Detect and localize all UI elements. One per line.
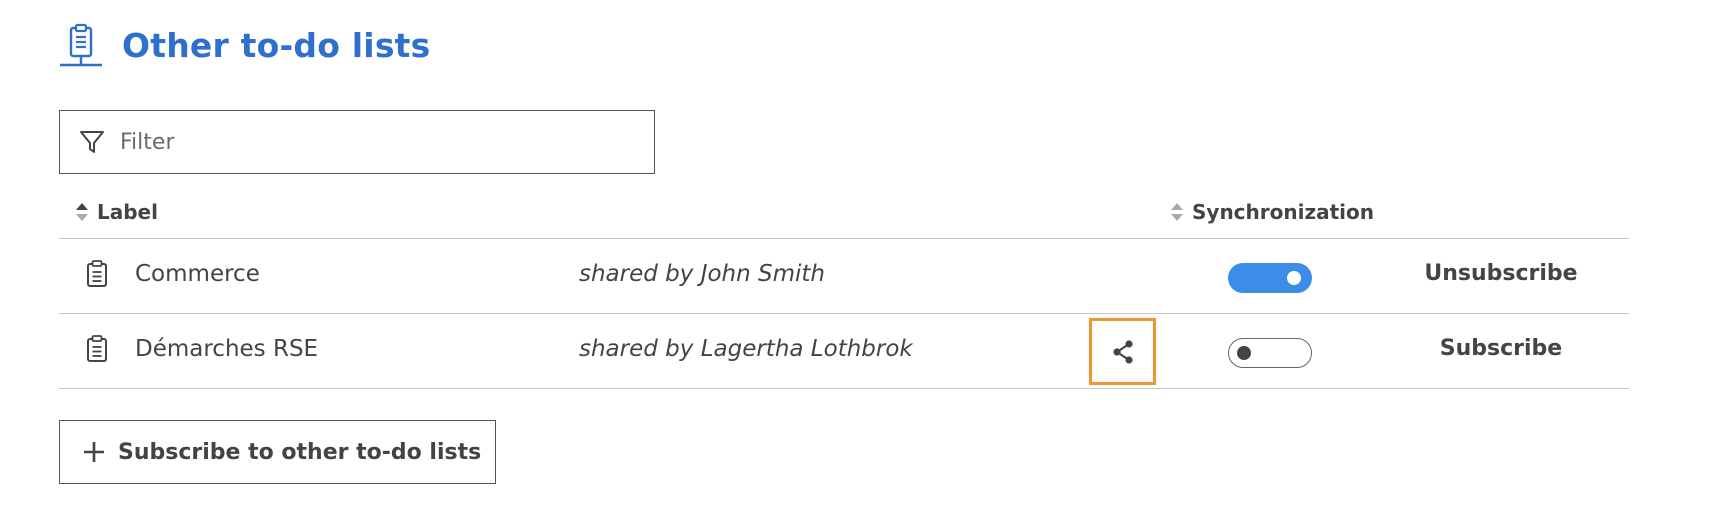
row-label: Démarches RSE <box>135 336 319 362</box>
table-row: Démarches RSE shared by Lagertha Lothbro… <box>59 314 1629 389</box>
sort-icon <box>1171 203 1183 221</box>
column-header-synchronization[interactable]: Synchronization <box>1170 200 1374 224</box>
page-title: Other to-do lists <box>122 25 431 65</box>
share-icon <box>1112 339 1133 364</box>
column-header-synchronization-text: Synchronization <box>1192 200 1375 224</box>
subscribe-row-button[interactable]: Subscribe <box>1381 336 1621 361</box>
row-shared-by: shared by Lagertha Lothbrok <box>579 336 913 362</box>
filter-input[interactable] <box>118 128 642 156</box>
sync-toggle[interactable] <box>1228 263 1312 293</box>
row-shared-by: shared by John Smith <box>579 261 826 287</box>
clipboard-list-icon <box>60 23 102 67</box>
column-header-label-text: Label <box>97 200 158 224</box>
toggle-knob <box>1237 346 1251 360</box>
clipboard-icon <box>87 335 107 362</box>
page-header: Other to-do lists <box>58 22 430 68</box>
unsubscribe-button[interactable]: Unsubscribe <box>1381 261 1621 286</box>
share-button[interactable] <box>1089 318 1156 385</box>
filter-funnel-icon <box>80 131 104 153</box>
plus-icon <box>84 442 104 462</box>
column-header-label[interactable]: Label <box>75 200 158 224</box>
page: Other to-do lists Label Synchronization <box>0 0 1736 508</box>
clipboard-icon <box>87 260 107 287</box>
sort-icon <box>76 203 88 221</box>
sync-toggle[interactable] <box>1228 338 1312 368</box>
row-label: Commerce <box>135 261 260 287</box>
filter-field[interactable] <box>59 110 655 174</box>
table-row: Commerce shared by John Smith Unsubscrib… <box>59 239 1629 314</box>
subscribe-other-lists-label: Subscribe to other to-do lists <box>118 439 482 465</box>
table-header: Label Synchronization <box>59 196 1629 239</box>
subscribe-other-lists-button[interactable]: Subscribe to other to-do lists <box>59 420 496 484</box>
toggle-knob <box>1287 271 1301 285</box>
